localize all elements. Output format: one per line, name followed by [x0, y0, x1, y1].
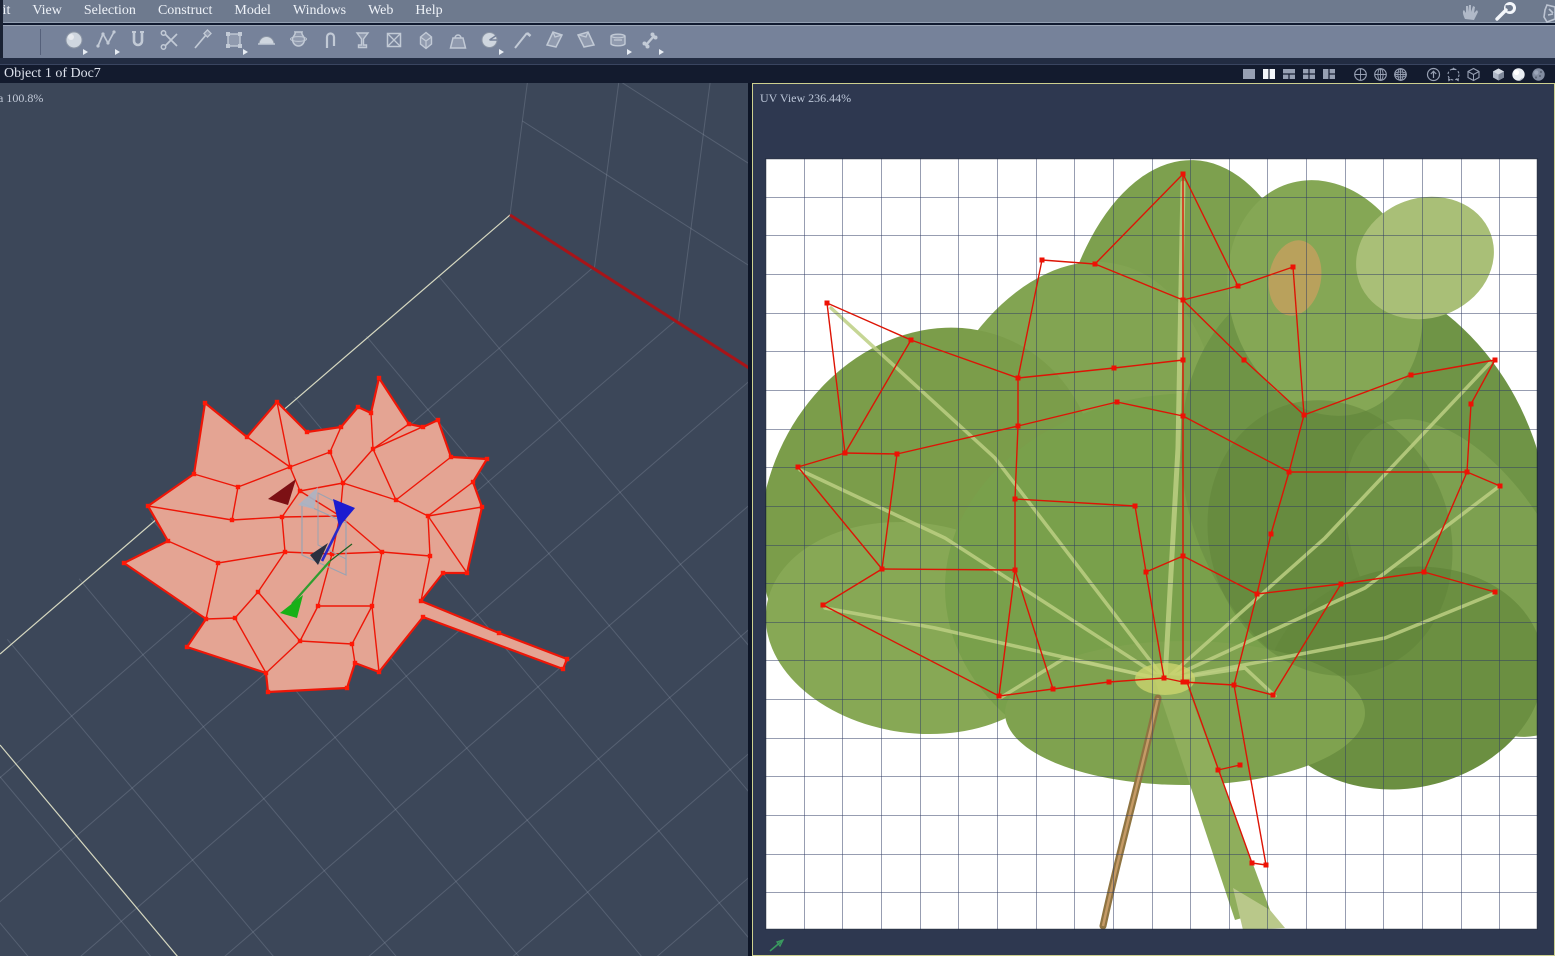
uv-axis-indicator — [769, 938, 785, 952]
dropdown-arrow-icon[interactable] — [659, 49, 664, 55]
polyline-tool-icon[interactable] — [94, 28, 120, 55]
camera-viewport[interactable]: Camera 100.8% — [0, 83, 748, 956]
menu-bar: EditViewSelectionConstructModelWindowsWe… — [0, 0, 1555, 25]
wireball-medium-icon[interactable] — [1372, 67, 1389, 82]
bones-tool-icon[interactable] — [638, 28, 664, 55]
toolbar — [0, 25, 1555, 58]
menu-item-web[interactable]: Web — [357, 0, 404, 19]
layout-split-icon[interactable] — [1281, 67, 1298, 82]
toolbar-divider — [40, 29, 41, 55]
goblet-tool-icon[interactable] — [350, 28, 374, 54]
delete-face-icon[interactable] — [382, 28, 406, 54]
camera-view-label: Camera 100.8% — [0, 91, 44, 105]
layout-mixed-icon[interactable] — [1321, 67, 1338, 82]
application-window: EditViewSelectionConstructModelWindowsWe… — [0, 0, 1555, 956]
knife-tool-icon[interactable] — [190, 28, 214, 54]
wireball-coarse-icon[interactable] — [1352, 67, 1369, 82]
document-title-bar: Object 1 of Doc7 — [0, 64, 1555, 84]
page-flip-right-icon[interactable] — [574, 28, 598, 54]
orbit-up-icon[interactable] — [1425, 67, 1442, 82]
menu-item-construct[interactable]: Construct — [147, 0, 223, 19]
layout-single-icon[interactable] — [1241, 67, 1258, 82]
pen-tool-icon[interactable] — [510, 28, 534, 54]
layout-quad-icon[interactable] — [1301, 67, 1318, 82]
textured-sphere-icon[interactable] — [1530, 67, 1547, 82]
layout-two-vertical-icon[interactable] — [1261, 67, 1278, 82]
dropdown-arrow-icon[interactable] — [243, 49, 248, 55]
dome-tool-icon[interactable] — [254, 28, 278, 54]
cube-tool-icon[interactable] — [414, 28, 438, 54]
menu-item-edit[interactable]: Edit — [0, 0, 21, 19]
toolbar-icons — [62, 28, 664, 55]
view-mode-icons — [1238, 66, 1547, 83]
page-flip-left-icon[interactable] — [542, 28, 566, 54]
solid-cube-icon[interactable] — [1490, 67, 1507, 82]
dropdown-arrow-icon[interactable] — [499, 49, 504, 55]
scroll-tool-icon[interactable] — [606, 28, 632, 55]
menu-item-windows[interactable]: Windows — [282, 0, 357, 19]
clipped-tool-icon[interactable] — [1525, 1, 1555, 23]
document-title: Object 1 of Doc7 — [4, 66, 101, 81]
menu-item-view[interactable]: View — [21, 0, 72, 19]
lathe-tool-icon[interactable] — [286, 28, 310, 54]
menu-items: EditViewSelectionConstructModelWindowsWe… — [0, 0, 1200, 23]
menu-item-help[interactable]: Help — [404, 0, 453, 19]
sphere-slice-icon[interactable] — [478, 28, 504, 55]
wireball-fine-icon[interactable] — [1392, 67, 1409, 82]
workspace: Camera 100.8% UV View 236.44% — [0, 83, 1555, 956]
bag-tool-icon[interactable] — [446, 28, 470, 54]
menu-item-model[interactable]: Model — [223, 0, 282, 19]
menubar-right-icons — [1453, 0, 1555, 23]
uv-viewport[interactable]: UV View 236.44% — [752, 83, 1555, 956]
scissors-tool-icon[interactable] — [158, 28, 182, 54]
dropdown-arrow-icon[interactable] — [83, 49, 88, 55]
rotate-view-icon[interactable] — [1445, 67, 1462, 82]
dropdown-arrow-icon[interactable] — [627, 49, 632, 55]
hand-icon[interactable] — [1457, 1, 1487, 23]
uv-view-label: UV View 236.44% — [760, 91, 852, 105]
camera-3d-canvas[interactable] — [0, 83, 748, 956]
menu-item-selection[interactable]: Selection — [73, 0, 147, 19]
sphere-primitive-icon[interactable] — [62, 28, 88, 55]
magnet-tool-icon[interactable] — [126, 28, 150, 54]
clip-tool-icon[interactable] — [318, 28, 342, 54]
dropdown-arrow-icon[interactable] — [115, 49, 120, 55]
shaded-sphere-icon[interactable] — [1510, 67, 1527, 82]
wireframe-cube-icon[interactable] — [1465, 67, 1482, 82]
rectangle-select-icon[interactable] — [222, 28, 248, 55]
uv-texture-canvas[interactable] — [765, 158, 1538, 930]
wrench-icon[interactable] — [1491, 1, 1521, 23]
window-edge — [0, 0, 3, 58]
